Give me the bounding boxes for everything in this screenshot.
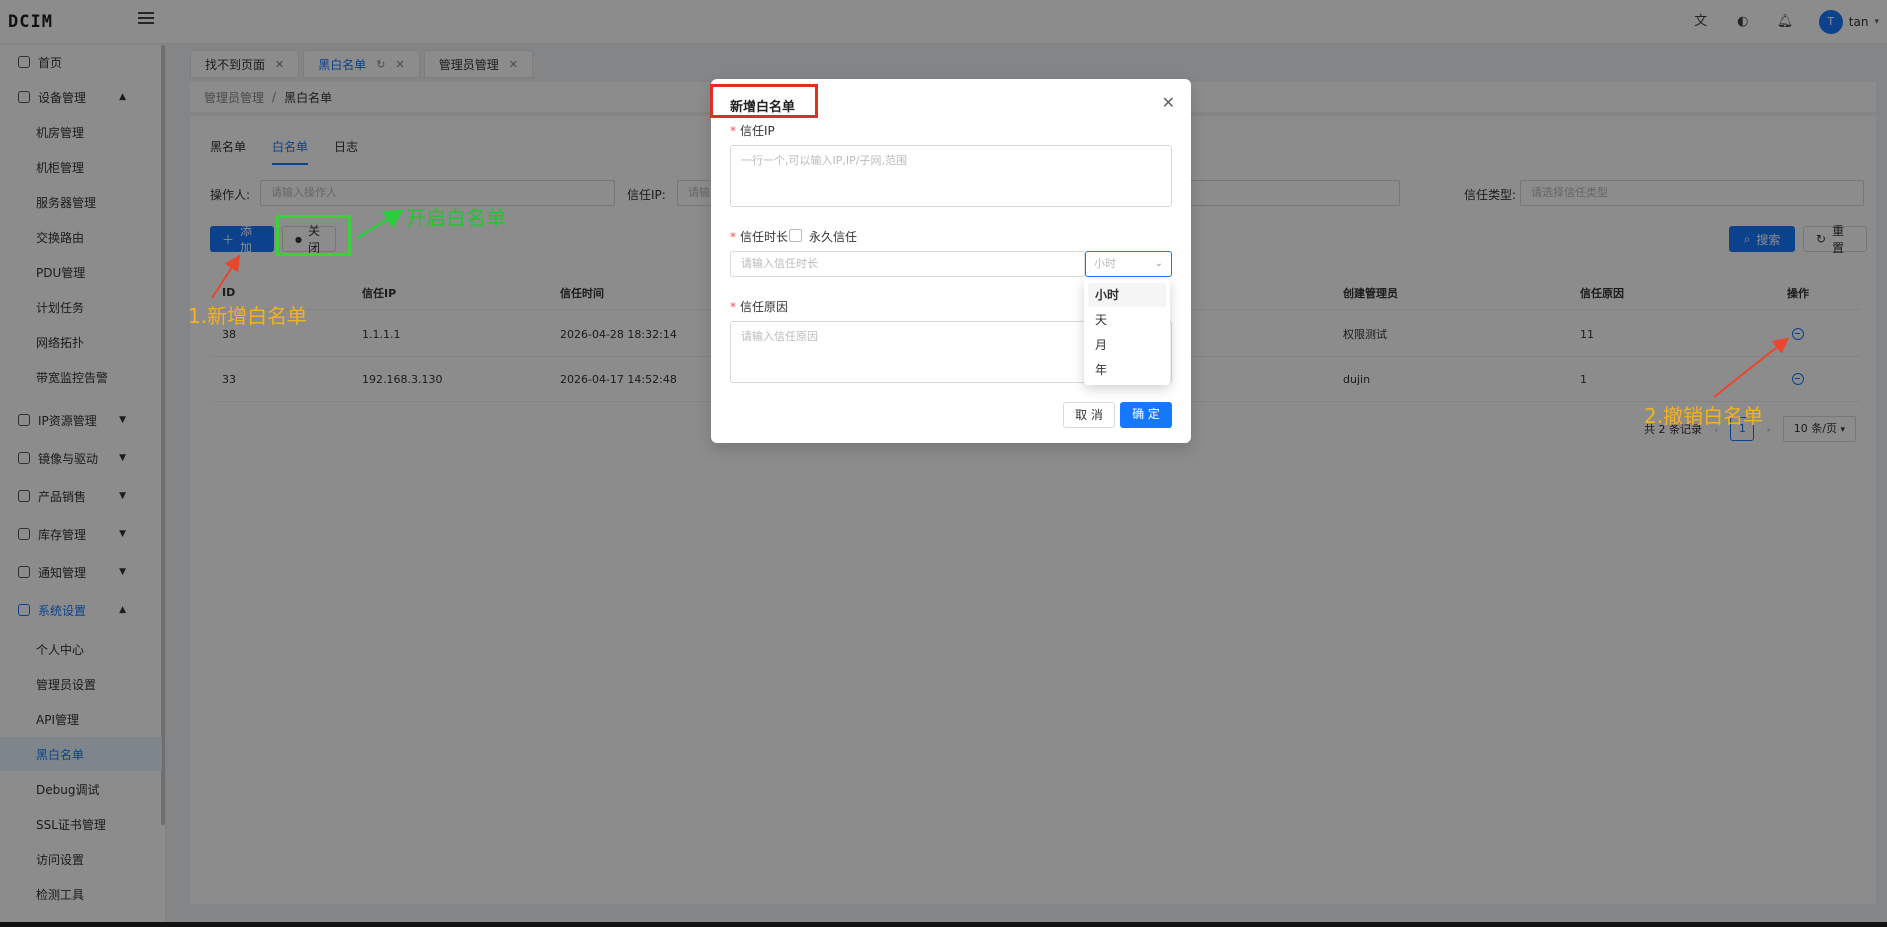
ip-field-label: * 信任IP: [730, 124, 775, 138]
toggle-highlight-box: [276, 215, 351, 256]
chevron-down-icon: ⌄: [1154, 258, 1163, 269]
cancel-button[interactable]: 取 消: [1063, 402, 1115, 428]
ok-button[interactable]: 确 定: [1120, 402, 1172, 428]
add-whitelist-modal: 新增白名单 ✕ * 信任IP 一行一个,可以输入IP,IP/子网,范围 * 信任时长…: [711, 79, 1191, 443]
trusted-ip-textarea[interactable]: 一行一个,可以输入IP,IP/子网,范围: [730, 145, 1172, 207]
unit-option-day[interactable]: 天: [1088, 308, 1166, 332]
reason-field-label: * 信任原因: [730, 300, 789, 314]
duration-input[interactable]: 请输入信任时长: [730, 251, 1085, 277]
title-highlight-box: [710, 84, 818, 118]
duration-unit-dropdown: 小时 天 月 年: [1084, 279, 1170, 385]
close-icon[interactable]: ✕: [1162, 93, 1175, 112]
unit-option-hour[interactable]: 小时: [1088, 283, 1166, 307]
duration-field-label: * 信任时长: [730, 230, 789, 244]
annotation-step1: 1.新增白名单: [188, 304, 308, 328]
unit-option-month[interactable]: 月: [1088, 333, 1166, 357]
duration-unit-select[interactable]: 小时 ⌄: [1085, 251, 1172, 277]
permanent-label[interactable]: 永久信任: [809, 228, 857, 245]
unit-option-year[interactable]: 年: [1088, 358, 1166, 382]
annotation-step2: 2.撤销白名单: [1644, 404, 1764, 428]
permanent-checkbox[interactable]: [789, 229, 802, 242]
annotation-toggle: 开启白名单: [406, 206, 506, 230]
